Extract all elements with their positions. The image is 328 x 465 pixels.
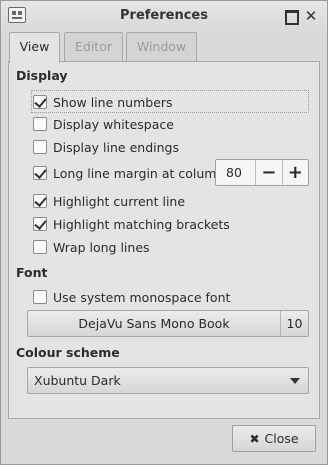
maximize-icon[interactable] [283, 8, 299, 25]
margin-column-value[interactable]: 80 [216, 160, 255, 185]
colour-scheme-dropdown[interactable]: Xubuntu Dark [27, 367, 309, 394]
show-line-numbers-option[interactable]: Show line numbers [33, 92, 173, 112]
long-line-margin-option[interactable]: Long line margin at column: [33, 163, 229, 183]
close-button[interactable]: ✖ Close [232, 425, 316, 452]
highlight-current-line-checkbox[interactable] [33, 194, 47, 208]
display-whitespace-label: Display whitespace [53, 116, 174, 132]
highlight-matching-brackets-option[interactable]: Highlight matching brackets [33, 214, 230, 234]
wrap-long-lines-option[interactable]: Wrap long lines [33, 237, 150, 257]
use-system-font-label: Use system monospace font [53, 289, 231, 305]
use-system-font-checkbox[interactable] [33, 290, 47, 304]
wrap-long-lines-label: Wrap long lines [53, 239, 150, 255]
chevron-down-icon [290, 378, 300, 384]
tab-view[interactable]: View [9, 32, 60, 63]
font-name: DejaVu Sans Mono Book [78, 316, 230, 331]
display-whitespace-option[interactable]: Display whitespace [33, 114, 174, 134]
font-chooser-button[interactable]: DejaVu Sans Mono Book 10 [27, 310, 309, 337]
display-line-endings-option[interactable]: Display line endings [33, 137, 179, 157]
use-system-font-option[interactable]: Use system monospace font [33, 287, 230, 307]
display-line-endings-checkbox[interactable] [33, 140, 47, 154]
highlight-current-line-label: Highlight current line [53, 193, 186, 209]
display-whitespace-checkbox[interactable] [33, 117, 47, 131]
preferences-window: Preferences ✕ View Editor Window Display… [0, 0, 328, 465]
wrap-long-lines-checkbox[interactable] [33, 240, 47, 254]
show-line-numbers-checkbox[interactable] [33, 95, 47, 109]
margin-column-spinner[interactable]: 80 − + [215, 159, 309, 186]
colour-scheme-heading: Colour scheme [16, 345, 120, 360]
title-bar[interactable]: Preferences ✕ [1, 1, 327, 31]
highlight-matching-brackets-label: Highlight matching brackets [53, 216, 230, 232]
window-title: Preferences [120, 8, 208, 23]
decrement-button[interactable]: − [255, 160, 281, 185]
close-icon[interactable]: ✕ [303, 8, 319, 24]
colour-scheme-value: Xubuntu Dark [34, 373, 121, 388]
long-line-margin-label: Long line margin at column: [53, 165, 229, 181]
font-heading: Font [16, 265, 48, 280]
tab-window[interactable]: Window [126, 32, 197, 61]
tab-editor[interactable]: Editor [64, 32, 123, 61]
increment-button[interactable]: + [281, 160, 308, 185]
close-button-label: Close [264, 431, 299, 446]
close-icon: ✖ [249, 431, 260, 446]
highlight-matching-brackets-checkbox[interactable] [33, 217, 47, 231]
highlight-current-line-option[interactable]: Highlight current line [33, 191, 185, 211]
long-line-margin-checkbox[interactable] [33, 166, 47, 180]
display-line-endings-label: Display line endings [53, 139, 179, 155]
font-size: 10 [280, 311, 308, 336]
display-heading: Display [16, 68, 68, 83]
view-panel: Display Show line numbers Display whites… [8, 61, 320, 419]
show-line-numbers-label: Show line numbers [53, 94, 173, 110]
